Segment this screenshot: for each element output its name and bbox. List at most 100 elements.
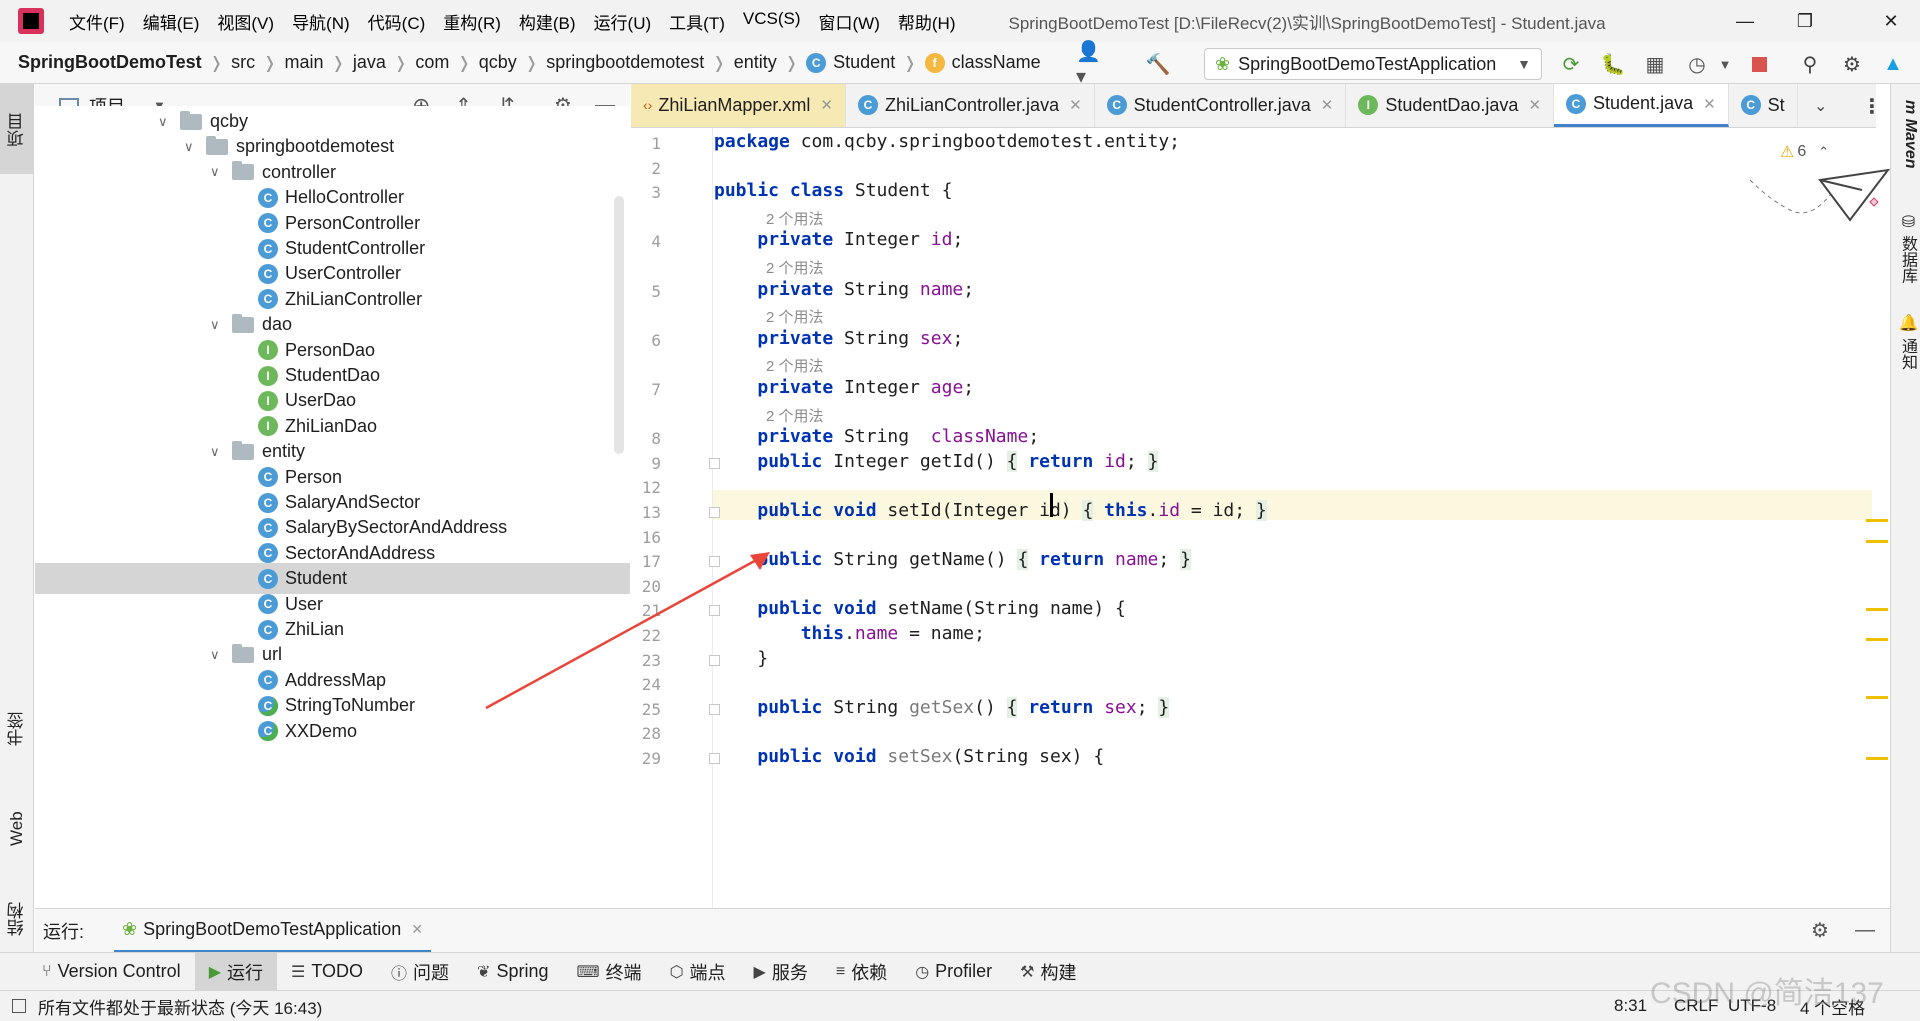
tool-window-button[interactable]: ❦ Spring (463, 953, 562, 991)
code-line[interactable]: private String name; (714, 275, 974, 305)
notifications-tool-label[interactable]: 🔔 通知 (1893, 314, 1919, 370)
menu-item[interactable]: 文件(F) (60, 9, 134, 34)
coverage-icon[interactable]: ▦ (1642, 51, 1668, 77)
code-line[interactable]: private String sex; (714, 324, 963, 354)
structure-tool-label[interactable]: 结构 (2, 884, 32, 954)
editor-tab[interactable]: C St (1729, 84, 1798, 127)
chevron-down-icon[interactable]: ∨ (158, 114, 180, 130)
menu-item[interactable]: VCS(S) (734, 9, 810, 34)
tool-window-button[interactable]: ⬡ 端点 (656, 953, 740, 991)
close-window-button[interactable]: ✕ (1862, 0, 1920, 42)
fold-marker-icon[interactable] (709, 457, 720, 469)
fold-marker-icon[interactable] (709, 703, 720, 715)
code-line[interactable]: public Integer getId() { return id; } (714, 447, 1159, 477)
close-tab-icon[interactable]: ✕ (1069, 96, 1082, 114)
tool-window-button[interactable]: ⑂ Version Control (28, 953, 195, 991)
menu-item[interactable]: 视图(V) (208, 9, 283, 34)
error-stripe-mark[interactable] (1866, 519, 1888, 522)
code-line[interactable]: package com.qcby.springbootdemotest.enti… (714, 128, 1180, 157)
run-config-tab[interactable]: ❀ SpringBootDemoTestApplication ✕ (114, 909, 431, 953)
close-tab-icon[interactable]: ✕ (820, 96, 833, 114)
chevron-down-icon[interactable]: ∨ (210, 444, 232, 460)
tool-window-button[interactable]: ⌨ 终端 (562, 953, 655, 991)
breadcrumb-item[interactable]: springbootdemotest (546, 52, 704, 73)
code-line[interactable]: public class Student { (714, 176, 952, 206)
tool-window-button[interactable]: ⓘ 问题 (377, 953, 463, 991)
bookmarks-tool-label[interactable]: 书签 (2, 694, 32, 764)
chevron-down-icon[interactable]: ∨ (210, 647, 232, 663)
code-line[interactable]: private Integer id; (714, 225, 963, 255)
editor-more-icon[interactable]: ⋮ (1862, 94, 1882, 119)
rerun-icon[interactable]: ⟳ (1558, 51, 1584, 77)
error-stripe-mark[interactable] (1866, 540, 1888, 543)
breadcrumb-item[interactable]: qcby (479, 52, 517, 73)
close-icon[interactable]: ✕ (411, 921, 423, 938)
code-line[interactable]: private Integer age; (714, 373, 974, 403)
maven-tool-label[interactable]: m Maven (1893, 100, 1919, 168)
breadcrumb-project[interactable]: SpringBootDemoTest (18, 52, 202, 73)
debug-icon[interactable]: 🐛 (1600, 51, 1626, 77)
editor-tab[interactable]: C ZhiLianController.java ✕ (846, 84, 1095, 127)
menu-item[interactable]: 帮助(H) (889, 9, 965, 34)
fold-marker-icon[interactable] (709, 556, 720, 568)
chevron-down-icon[interactable]: ∨ (210, 164, 232, 180)
intellij-logo-icon[interactable] (18, 8, 44, 34)
editor-tab[interactable]: ‹› ZhiLianMapper.xml ✕ (631, 84, 846, 127)
user-account-icon[interactable]: 👤▾ (1076, 41, 1102, 88)
status-panel-toggle-icon[interactable] (12, 999, 26, 1013)
tree-node[interactable]: C XXDemo (35, 716, 630, 747)
breadcrumb-item[interactable]: com (415, 52, 449, 73)
tool-window-button[interactable]: ☰ TODO (277, 953, 377, 991)
code-line[interactable]: public void setSex(String sex) { (714, 742, 1104, 772)
editor-tab[interactable]: I StudentDao.java ✕ (1346, 84, 1555, 127)
run-panel-hide-icon[interactable]: — (1855, 919, 1875, 942)
breadcrumb-class[interactable]: C Student ❭ (806, 52, 924, 73)
tool-window-button[interactable]: ◷ Profiler (901, 953, 1006, 991)
profile-icon[interactable]: ◷ (1684, 51, 1710, 77)
breadcrumb-item[interactable]: src (231, 52, 255, 73)
fold-marker-icon[interactable] (709, 753, 720, 764)
caret-position[interactable]: 8:31 (1614, 996, 1647, 1016)
menu-item[interactable]: 窗口(W) (810, 9, 889, 34)
menu-item[interactable]: 代码(C) (359, 9, 435, 34)
breadcrumb-field[interactable]: f className (924, 52, 1041, 73)
jetbrains-toolbox-icon[interactable]: ▲ (1880, 51, 1906, 77)
menu-item[interactable]: 运行(U) (585, 9, 661, 34)
chevron-down-icon[interactable]: ∨ (184, 139, 206, 155)
database-tool-label[interactable]: ⛁ 数据库 (1893, 212, 1919, 283)
status-message[interactable]: 所有文件都处于最新状态 (今天 16:43) (38, 994, 322, 1019)
breadcrumb-item[interactable]: entity (734, 52, 777, 73)
breadcrumb-item[interactable]: main (284, 52, 323, 73)
error-stripe-mark[interactable] (1866, 608, 1888, 611)
code-line[interactable]: public void setId(Integer id) { this.id … (714, 496, 1267, 526)
run-configuration-select[interactable]: ❀ SpringBootDemoTestApplication ▼ (1204, 48, 1542, 80)
close-tab-icon[interactable]: ✕ (1703, 95, 1716, 113)
chevron-down-icon[interactable]: ∨ (210, 317, 232, 333)
tool-window-button[interactable]: ▶ 运行 (194, 952, 277, 991)
web-tool-label[interactable]: Web (2, 784, 32, 874)
fold-marker-icon[interactable] (709, 507, 720, 518)
tree-scrollbar[interactable] (614, 196, 624, 454)
fold-marker-icon[interactable] (709, 605, 720, 617)
menu-item[interactable]: 导航(N) (283, 9, 359, 34)
tool-window-button[interactable]: ⚒ 构建 (1006, 953, 1090, 991)
search-icon[interactable]: ⚲ (1797, 51, 1823, 77)
breadcrumb-item[interactable]: java (353, 52, 386, 73)
run-panel-settings-icon[interactable]: ⚙ (1811, 918, 1829, 943)
error-stripe-mark[interactable] (1866, 696, 1888, 699)
restore-button[interactable]: ❐ (1776, 0, 1834, 42)
tabs-overflow-chevron-icon[interactable]: ⌄ (1814, 96, 1827, 116)
error-stripe-mark[interactable] (1866, 757, 1888, 760)
fold-marker-icon[interactable] (709, 654, 720, 666)
editor-tab[interactable]: C StudentController.java ✕ (1095, 84, 1347, 127)
error-stripe-mark[interactable] (1866, 638, 1888, 641)
tool-window-button[interactable]: ▶ 服务 (740, 953, 822, 991)
code-editor[interactable]: package com.qcby.springbootdemotest.enti… (714, 128, 1872, 908)
stop-icon[interactable] (1746, 51, 1772, 77)
menu-item[interactable]: 工具(T) (660, 9, 734, 34)
close-tab-icon[interactable]: ✕ (1321, 96, 1334, 114)
minimize-button[interactable]: — (1716, 0, 1774, 42)
build-hammer-icon[interactable]: 🔨 (1145, 51, 1171, 77)
menu-item[interactable]: 构建(B) (510, 9, 585, 34)
editor-tab[interactable]: C Student.java ✕ (1554, 84, 1729, 127)
